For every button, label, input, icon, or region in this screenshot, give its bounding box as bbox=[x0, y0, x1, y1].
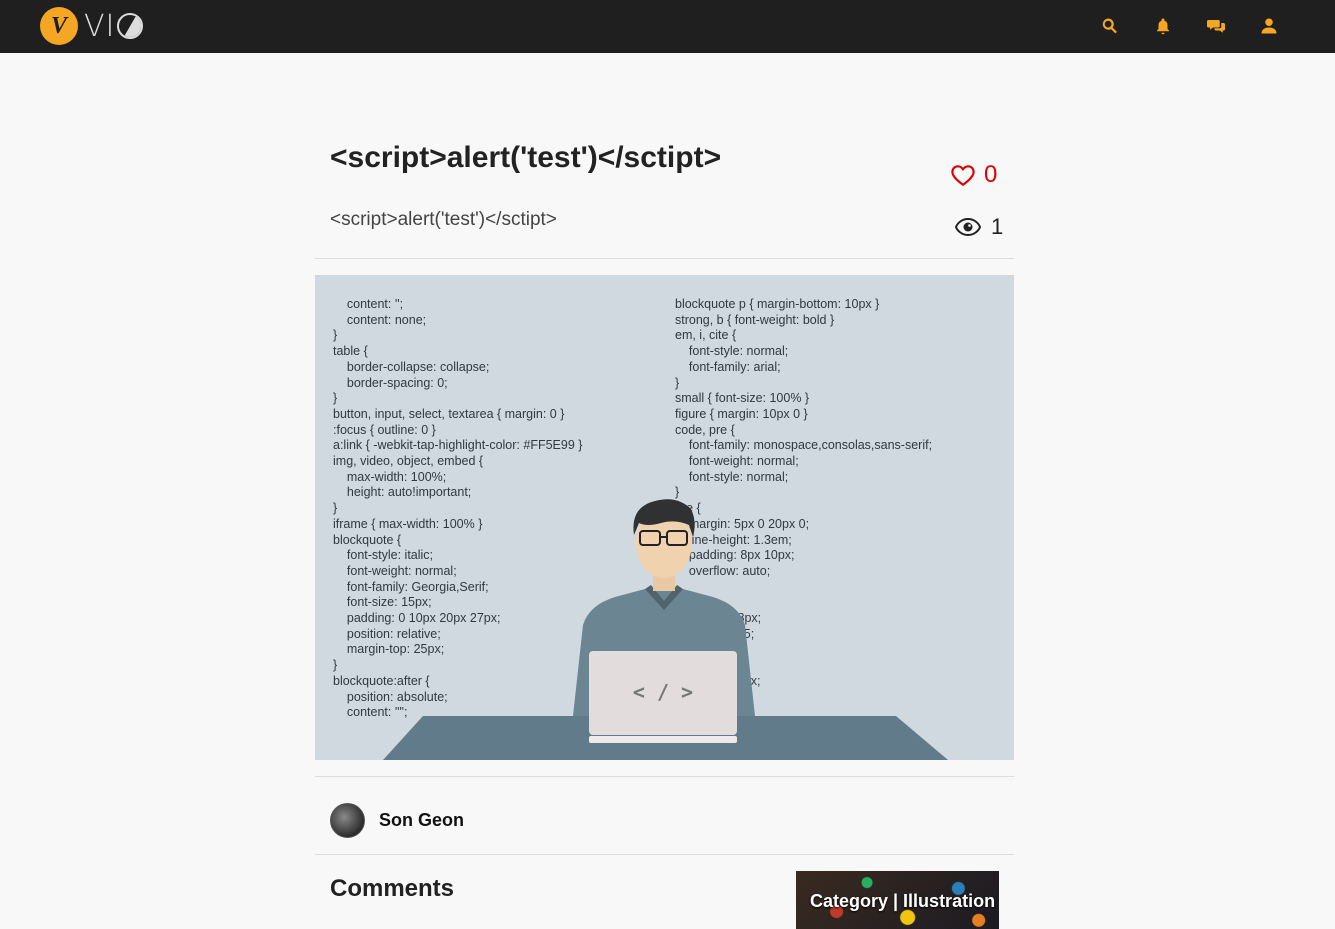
view-count: 1 bbox=[991, 214, 1004, 239]
category-label: Category | Illustration bbox=[810, 891, 996, 911]
logo-wordmark: VI bbox=[84, 8, 144, 44]
chat-icon[interactable] bbox=[1189, 12, 1242, 40]
bell-icon[interactable] bbox=[1136, 12, 1189, 40]
divider bbox=[315, 854, 1014, 855]
author-name: Son Geon bbox=[379, 810, 464, 830]
logo-badge: V bbox=[40, 7, 78, 45]
comments-heading: Comments bbox=[330, 875, 455, 902]
like-count: 0 bbox=[984, 161, 998, 188]
eye-icon bbox=[955, 218, 981, 236]
like-button[interactable]: 0 bbox=[950, 161, 997, 189]
post-subtitle: <script>alert('test')</sctipt> bbox=[330, 209, 557, 230]
programmer-illustration: < / > bbox=[383, 499, 948, 760]
avatar bbox=[330, 803, 365, 838]
nav-actions bbox=[1083, 12, 1295, 40]
site-logo[interactable]: V VI bbox=[40, 6, 144, 46]
top-navbar: V VI bbox=[0, 0, 1335, 53]
logo-o-mark bbox=[117, 13, 144, 39]
author-info[interactable]: Son Geon bbox=[330, 803, 464, 838]
divider bbox=[315, 776, 1014, 777]
laptop-code-symbol: < / > bbox=[633, 680, 693, 704]
user-icon[interactable] bbox=[1242, 12, 1295, 40]
post-title: <script>alert('test')</sctipt> bbox=[330, 141, 722, 174]
search-icon[interactable] bbox=[1083, 12, 1136, 40]
view-counter: 1 bbox=[955, 214, 1003, 240]
category-card[interactable]: Category | Illustration bbox=[796, 871, 999, 929]
heart-icon bbox=[951, 165, 975, 187]
logo-text: VI bbox=[84, 8, 116, 44]
hero-image: content: ''; content: none; } table { bo… bbox=[315, 275, 1014, 760]
divider bbox=[315, 258, 1014, 259]
